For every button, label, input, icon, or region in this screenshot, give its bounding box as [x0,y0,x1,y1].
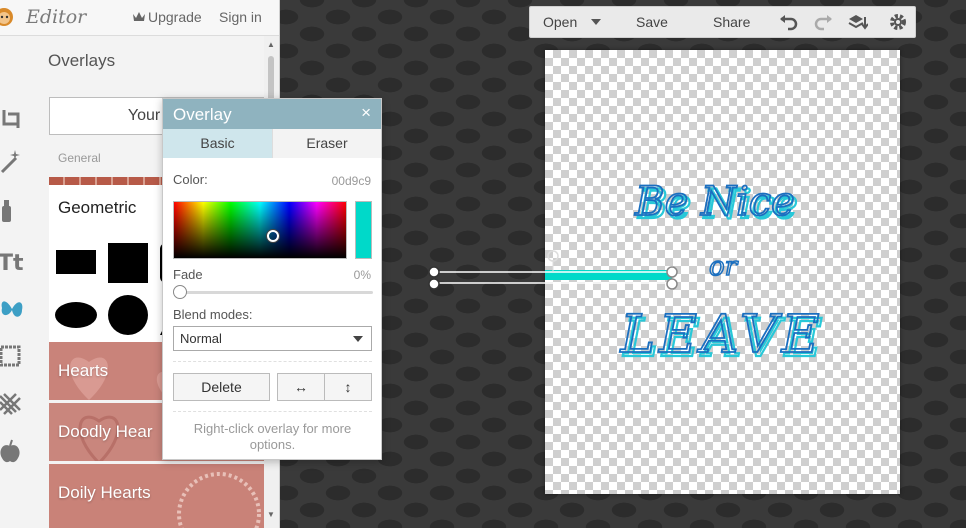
color-label: Color: [173,172,208,187]
square-shape-icon[interactable] [108,243,148,283]
butterfly-overlay-icon[interactable] [0,294,24,324]
resize-handle-top-right[interactable] [666,266,678,278]
text-be-nice[interactable]: Be Nice [633,178,795,226]
monkey-logo-icon [0,8,13,26]
resize-handle-top-left[interactable] [428,266,440,278]
circle-shape-icon[interactable] [108,295,148,335]
scroll-down-arrow-icon[interactable]: ▼ [267,510,275,519]
resize-handle-bottom-right[interactable] [666,278,678,290]
gear-icon[interactable] [888,12,908,32]
frames-icon[interactable] [0,341,24,371]
open-dropdown-arrow-icon[interactable] [590,17,602,27]
color-spectrum-picker[interactable] [173,201,347,259]
dialog-title: Overlay [173,105,232,124]
divider [173,361,372,362]
tool-rail: Tt [0,36,30,528]
rotate-handle-icon[interactable] [547,250,559,262]
upgrade-link[interactable]: Upgrade [133,9,202,25]
category-label: Doily Hearts [58,483,151,502]
close-icon[interactable]: × [361,103,371,123]
open-label: Open [543,14,578,30]
category-doily-hearts[interactable]: Doily Hearts [49,464,264,528]
app-title: Editor [26,6,87,28]
crown-icon [133,12,145,21]
blend-mode-select[interactable]: Normal [173,326,372,351]
text-leave[interactable]: LEAVE [619,304,824,366]
magic-wand-icon[interactable] [0,146,24,176]
color-swatch [355,201,372,259]
delete-button[interactable]: Delete [173,373,270,401]
flip-horizontal-icon: ↔ [294,379,308,395]
text-or[interactable]: or [708,251,739,283]
crop-icon[interactable] [0,104,24,134]
flip-vertical-button[interactable]: ↕ [324,373,372,401]
dialog-header[interactable]: Overlay × [163,99,381,129]
upgrade-label: Upgrade [148,9,202,25]
scroll-up-arrow-icon[interactable]: ▲ [267,40,275,49]
redo-icon[interactable] [814,12,834,32]
layers-icon[interactable] [848,12,868,32]
fade-label: Fade [173,267,203,282]
main-toolbar: Open Save Share [529,6,916,38]
fade-slider-handle[interactable] [173,285,187,299]
blend-modes-label: Blend modes: [173,307,253,322]
ellipse-shape-icon[interactable] [55,302,97,328]
panel-title: Overlays [48,51,116,70]
chevron-down-icon [353,336,363,342]
fade-value: 0% [353,268,371,282]
touch-up-icon[interactable] [0,196,24,226]
svg-text:Tt: Tt [0,251,24,276]
top-bar: Editor Upgrade Sign in [0,0,279,36]
selected-overlay[interactable] [425,244,695,296]
signin-link[interactable]: Sign in [219,9,262,25]
tab-eraser[interactable]: Eraser [272,129,381,158]
save-button[interactable]: Save [636,7,668,37]
undo-icon[interactable] [778,12,798,32]
category-label: Geometric [58,198,137,217]
color-hex-value[interactable]: 00d9c9 [332,174,371,188]
open-menu[interactable]: Open [543,7,577,37]
rectangle-shape-icon[interactable] [56,250,96,274]
tab-basic[interactable]: Basic [163,129,272,158]
divider [173,411,372,412]
resize-handle-bottom-left[interactable] [428,278,440,290]
color-picker-handle[interactable] [267,230,279,242]
text-tool-icon[interactable]: Tt [0,246,24,276]
share-button[interactable]: Share [713,7,750,37]
category-label: Hearts [58,361,109,380]
category-label: Doodly Hear [58,422,153,441]
seasonal-apple-icon[interactable] [0,436,24,466]
flip-horizontal-button[interactable]: ↔ [277,373,325,401]
flip-vertical-icon: ↕ [344,379,352,395]
textures-icon[interactable] [0,388,24,418]
blend-mode-selected: Normal [180,331,222,346]
overlay-dialog: Overlay × Basic Eraser Color: 00d9c9 Fad… [162,98,382,460]
fade-slider-track[interactable] [179,291,373,294]
dialog-hint: Right-click overlay for more options. [193,421,352,452]
